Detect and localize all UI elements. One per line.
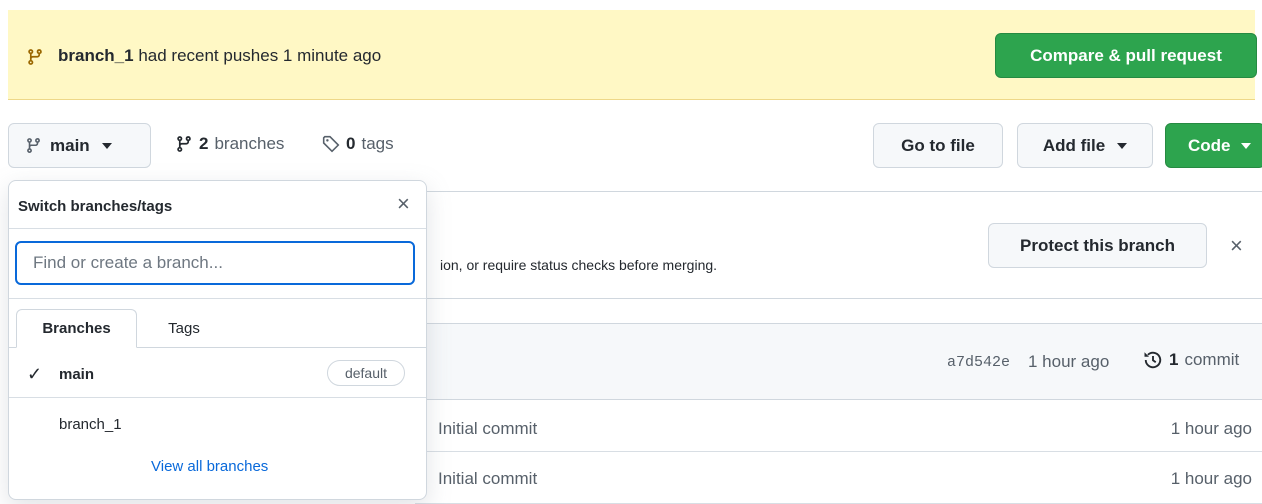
protect-branch-button[interactable]: Protect this branch <box>988 223 1207 268</box>
code-label: Code <box>1188 135 1231 155</box>
close-icon[interactable]: × <box>397 191 410 217</box>
file-commit-message[interactable]: Initial commit <box>438 469 537 489</box>
commit-count: 1 <box>1169 350 1179 369</box>
commit-count-label: commit <box>1184 350 1240 369</box>
branch-item-label: branch_1 <box>59 416 122 433</box>
default-badge: default <box>327 360 405 386</box>
file-commit-message[interactable]: Initial commit <box>438 419 537 439</box>
latest-commit-bar <box>415 323 1262 400</box>
tags-link[interactable]: 0 tags <box>322 134 394 154</box>
branch-switcher-dropdown: Switch branches/tags × Branches Tags ✓ m… <box>8 180 427 500</box>
code-button[interactable]: Code <box>1165 123 1262 168</box>
branch-item-label: main <box>59 366 95 383</box>
current-branch-label: main <box>50 135 90 155</box>
commit-time: 1 hour ago <box>1028 352 1110 371</box>
go-to-file-button[interactable]: Go to file <box>873 123 1003 168</box>
add-file-button[interactable]: Add file <box>1017 123 1153 168</box>
table-row <box>415 400 1262 452</box>
branches-count: 2 <box>199 134 209 153</box>
commit-hash[interactable]: a7d542e <box>947 354 1010 371</box>
compare-pull-request-button[interactable]: Compare & pull request <box>995 33 1257 78</box>
table-row <box>415 452 1262 504</box>
branches-link[interactable]: 2 branches <box>175 134 284 154</box>
chevron-down-icon <box>1117 142 1128 149</box>
check-icon: ✓ <box>27 364 43 384</box>
view-all-branches-link[interactable]: View all branches <box>151 458 268 475</box>
divider <box>9 298 426 299</box>
branch-filter-input[interactable] <box>15 241 415 285</box>
git-branch-icon <box>177 136 191 152</box>
tab-tags[interactable]: Tags <box>139 309 229 347</box>
tag-icon <box>322 135 340 153</box>
dropdown-title: Switch branches/tags <box>18 198 173 215</box>
add-file-label: Add file <box>1042 135 1106 155</box>
chevron-down-icon <box>1240 142 1251 149</box>
file-commit-time: 1 hour ago <box>1170 419 1252 438</box>
chevron-down-icon <box>101 142 112 149</box>
history-icon <box>1144 351 1162 369</box>
file-commit-time: 1 hour ago <box>1170 469 1252 488</box>
tab-branches[interactable]: Branches <box>16 309 137 348</box>
close-icon[interactable]: × <box>1230 233 1243 259</box>
branch-item-main[interactable]: ✓ main default <box>9 348 426 398</box>
git-branch-icon <box>28 49 42 65</box>
branch-item-branch_1[interactable]: branch_1 <box>9 398 426 448</box>
push-message: branch_1 had recent pushes 1 minute ago <box>58 46 381 66</box>
commit-history-link[interactable]: 1 commit <box>1143 350 1239 370</box>
dropdown-header: Switch branches/tags × <box>9 181 426 229</box>
tags-count: 0 <box>346 134 356 153</box>
dropdown-tabs: Branches Tags <box>9 309 426 348</box>
branch-select-button[interactable]: main <box>8 123 151 168</box>
branches-label: branches <box>214 134 285 153</box>
git-branch-icon <box>27 138 40 153</box>
tags-label: tags <box>361 134 394 153</box>
protection-notice-text: ion, or require status checks before mer… <box>440 257 718 273</box>
push-message-text: had recent pushes 1 minute ago <box>133 46 382 65</box>
push-branch-name[interactable]: branch_1 <box>58 46 134 65</box>
